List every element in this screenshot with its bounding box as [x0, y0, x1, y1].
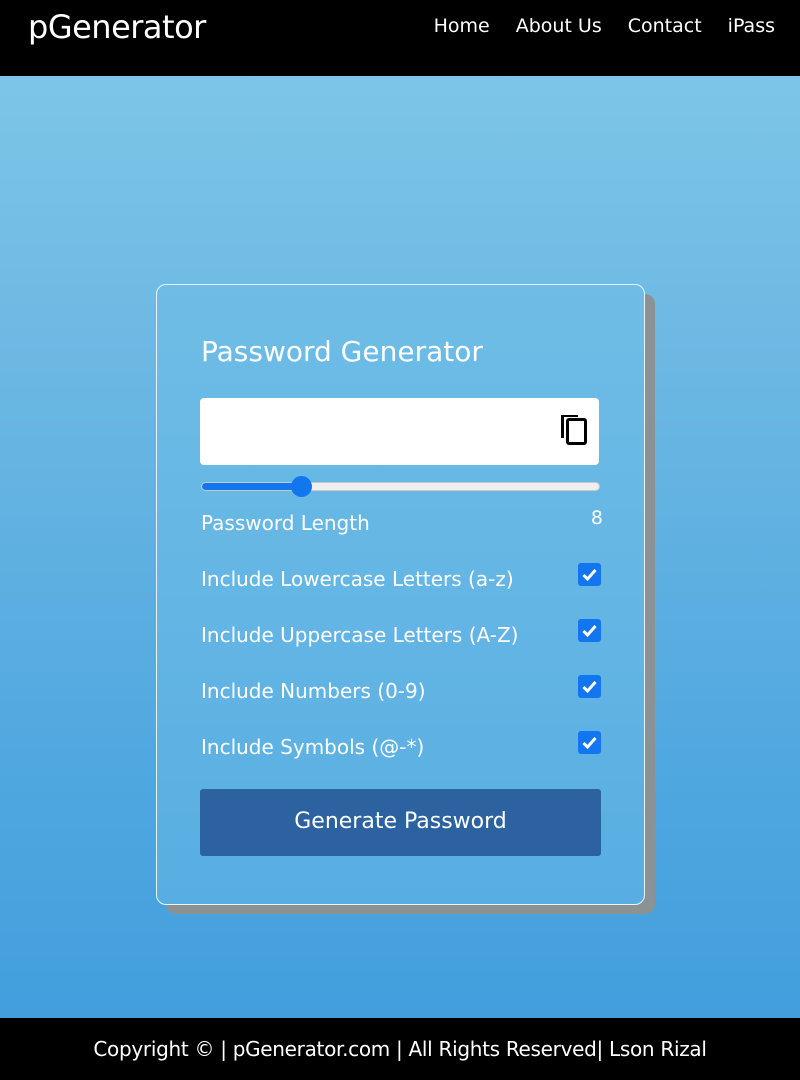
- length-slider-fill: [202, 483, 302, 490]
- length-label: Password Length: [201, 511, 370, 535]
- nav-links: Home About Us Contact iPass: [434, 15, 775, 37]
- nav-link-home[interactable]: Home: [434, 15, 490, 37]
- generate-password-button[interactable]: Generate Password: [200, 789, 601, 856]
- option-lowercase-label: Include Lowercase Letters (a-z): [201, 567, 514, 591]
- card-title: Password Generator: [201, 335, 483, 368]
- length-row: Password Length 8: [201, 507, 603, 541]
- footer: Copyright © | pGenerator.com | All Right…: [0, 1018, 800, 1080]
- option-symbols: Include Symbols (@-*): [201, 731, 601, 765]
- option-uppercase: Include Uppercase Letters (A-Z): [201, 619, 601, 653]
- length-slider[interactable]: [201, 476, 600, 497]
- navbar: pGenerator Home About Us Contact iPass: [0, 0, 800, 76]
- numbers-checkbox[interactable]: [578, 675, 601, 698]
- nav-link-ipass[interactable]: iPass: [728, 15, 775, 37]
- password-result-field[interactable]: [200, 398, 599, 465]
- option-numbers-label: Include Numbers (0-9): [201, 679, 426, 703]
- nav-link-about-us[interactable]: About Us: [516, 15, 602, 37]
- footer-copyright: Copyright © | pGenerator.com | All Right…: [93, 1037, 707, 1061]
- length-slider-thumb[interactable]: [291, 476, 313, 497]
- symbols-checkbox[interactable]: [578, 731, 601, 754]
- password-generator-card: Password Generator Password Length 8 Inc…: [156, 284, 645, 905]
- length-value: 8: [590, 507, 603, 529]
- option-lowercase: Include Lowercase Letters (a-z): [201, 563, 601, 597]
- copy-icon[interactable]: [557, 408, 591, 448]
- option-symbols-label: Include Symbols (@-*): [201, 735, 425, 759]
- uppercase-checkbox[interactable]: [578, 619, 601, 642]
- nav-link-contact[interactable]: Contact: [628, 15, 702, 37]
- option-numbers: Include Numbers (0-9): [201, 675, 601, 709]
- brand-logo[interactable]: pGenerator: [28, 8, 206, 46]
- option-uppercase-label: Include Uppercase Letters (A-Z): [201, 623, 519, 647]
- lowercase-checkbox[interactable]: [578, 563, 601, 586]
